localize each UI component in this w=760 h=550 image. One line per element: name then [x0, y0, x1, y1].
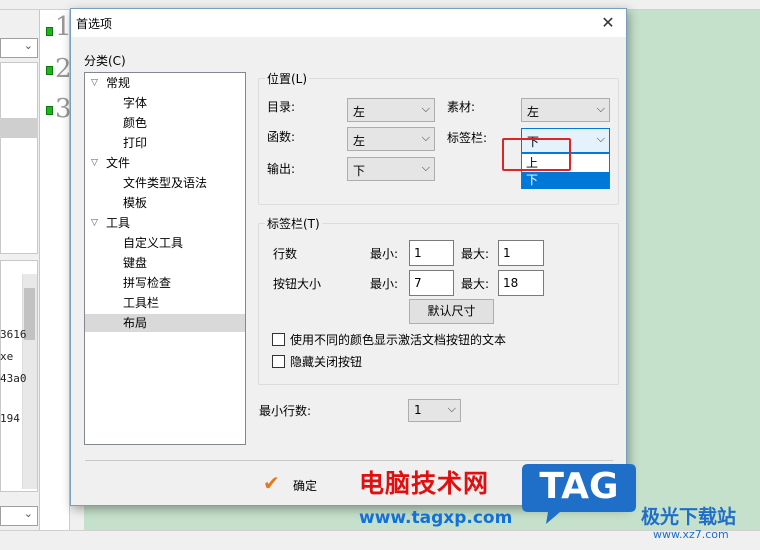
- chevron-down-icon: ⌵: [421, 102, 430, 115]
- background-editor-area: [627, 10, 760, 530]
- tree-item-custom-tools[interactable]: 自定义工具: [123, 234, 183, 252]
- output-select-value: 下: [353, 164, 366, 178]
- watermark-site-url: www.tagxp.com: [359, 508, 513, 528]
- dialog-title: 首选项: [76, 17, 113, 31]
- background-selected-row: [0, 118, 38, 138]
- tree-item-tools[interactable]: 工具: [106, 214, 130, 232]
- tree-collapse-icon[interactable]: ▽: [91, 78, 101, 88]
- rows-min-value: 1: [414, 246, 422, 260]
- dialog-titlebar: 首选项 ✕: [71, 9, 626, 37]
- chevron-down-icon: ⌵: [421, 161, 430, 174]
- dir-select[interactable]: 左 ⌵: [347, 98, 435, 122]
- tree-collapse-icon[interactable]: ▽: [91, 218, 101, 228]
- preferences-dialog: 首选项 ✕ 分类(C) ▽ 常规 字体 颜色 打印 ▽ 文件 文件类型及语法 模…: [70, 8, 627, 506]
- tree-item-spellcheck[interactable]: 拼写检查: [123, 274, 171, 292]
- tree-item-general[interactable]: 常规: [106, 74, 130, 92]
- hide-close-checkbox-label[interactable]: 隐藏关闭按钮: [290, 353, 362, 370]
- rows-min-label: 最小:: [370, 247, 399, 261]
- background-text-fragment: 43a0: [0, 372, 27, 385]
- hide-close-checkbox[interactable]: [272, 355, 285, 368]
- highlight-box: [502, 138, 571, 171]
- func-select-value: 左: [353, 134, 366, 148]
- size-max-value: 18: [503, 276, 519, 290]
- func-select[interactable]: 左 ⌵: [347, 127, 435, 151]
- background-list-pane: [0, 62, 38, 254]
- tree-collapse-icon[interactable]: ▽: [91, 158, 101, 168]
- output-label: 输出:: [267, 162, 296, 176]
- ok-button[interactable]: 确定: [293, 477, 317, 494]
- watermark-badge-url: www.xz7.com: [653, 528, 729, 541]
- min-rows-select[interactable]: 1 ⌵: [408, 399, 461, 422]
- checkmark-icon[interactable]: ✔: [263, 471, 280, 495]
- chevron-down-icon: ⌵: [447, 402, 456, 415]
- watermark-badge-site: 极光下载站: [641, 506, 737, 528]
- bookmark-marker-icon: [46, 106, 53, 115]
- bookmark-marker-icon: [46, 27, 53, 36]
- tree-item-layout[interactable]: 布局: [85, 314, 245, 332]
- tree-item-file[interactable]: 文件: [106, 154, 130, 172]
- min-rows-value: 1: [414, 403, 422, 417]
- tabbar-label: 标签栏:: [447, 131, 488, 145]
- tabbar-group-title: 标签栏(T): [265, 215, 322, 232]
- material-label: 素材:: [447, 100, 476, 114]
- func-label: 函数:: [267, 130, 296, 144]
- position-group-title: 位置(L): [265, 70, 310, 87]
- dropdown-option-bottom[interactable]: 下: [522, 172, 609, 189]
- category-label: 分类(C): [84, 54, 126, 68]
- background-text-fragment: 194: [0, 412, 20, 425]
- chevron-down-icon: ⌵: [596, 102, 605, 115]
- dir-select-value: 左: [353, 105, 366, 119]
- background-text-fragment: xe: [0, 350, 14, 363]
- dir-label: 目录:: [267, 100, 296, 114]
- category-tree[interactable]: ▽ 常规 字体 颜色 打印 ▽ 文件 文件类型及语法 模板 ▽ 工具 自定义工具…: [84, 72, 246, 445]
- background-text-fragment: 3616: [0, 328, 27, 341]
- output-select[interactable]: 下 ⌵: [347, 157, 435, 181]
- colors-checkbox[interactable]: [272, 333, 285, 346]
- rows-label: 行数: [273, 247, 298, 261]
- tree-item-template[interactable]: 模板: [123, 194, 147, 212]
- colors-checkbox-label[interactable]: 使用不同的颜色显示激活文档按钮的文本: [290, 331, 506, 348]
- size-min-label: 最小:: [370, 277, 399, 291]
- default-size-button[interactable]: 默认尺寸: [409, 299, 494, 324]
- chevron-down-icon: ⌵: [596, 132, 605, 145]
- size-max-input[interactable]: 18: [498, 270, 544, 296]
- background-editor-gutter: [40, 10, 70, 550]
- min-rows-label: 最小行数:: [259, 404, 312, 418]
- rows-max-label: 最大:: [461, 247, 490, 261]
- material-select-value: 左: [527, 105, 540, 119]
- tag-logo-badge: TAG: [520, 460, 638, 528]
- bookmark-marker-icon: [46, 66, 53, 75]
- tree-item-print[interactable]: 打印: [123, 134, 147, 152]
- rows-min-input[interactable]: 1: [409, 240, 454, 266]
- size-min-value: 7: [414, 276, 422, 290]
- background-left-panel: 3616 xe 43a0 194: [0, 10, 40, 550]
- chevron-down-icon: ⌵: [421, 131, 430, 144]
- tree-item-keyboard[interactable]: 键盘: [123, 254, 147, 272]
- rows-max-value: 1: [503, 246, 511, 260]
- button-size-label: 按钮大小: [273, 277, 322, 291]
- close-button[interactable]: ✕: [596, 11, 620, 35]
- size-max-label: 最大:: [461, 277, 490, 291]
- tree-item-file-types[interactable]: 文件类型及语法: [123, 174, 207, 192]
- watermark-site-name: 电脑技术网: [359, 469, 490, 498]
- tree-item-font[interactable]: 字体: [123, 94, 147, 112]
- size-min-input[interactable]: 7: [409, 270, 454, 296]
- material-select[interactable]: 左 ⌵: [521, 98, 610, 122]
- rows-max-input[interactable]: 1: [498, 240, 544, 266]
- tag-logo-text: TAG: [539, 466, 619, 507]
- background-combo-bottom[interactable]: [0, 506, 38, 526]
- background-combo[interactable]: [0, 38, 38, 58]
- tree-item-color[interactable]: 颜色: [123, 114, 147, 132]
- tree-item-toolbar[interactable]: 工具栏: [123, 294, 159, 312]
- background-status-bar: [0, 530, 760, 550]
